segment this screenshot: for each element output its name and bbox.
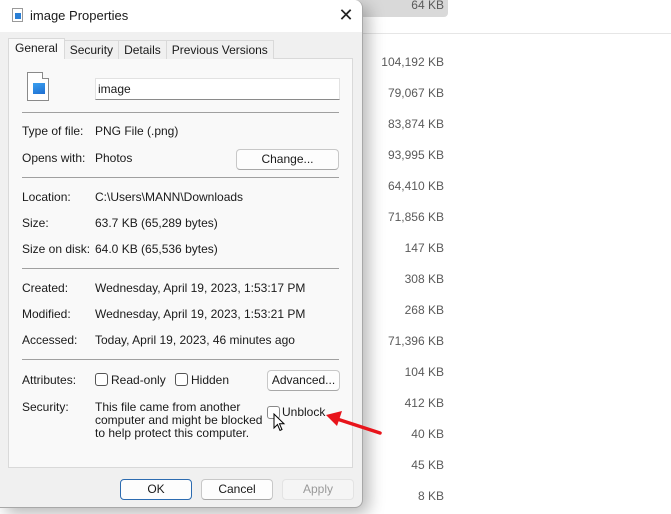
location-label: Location:: [22, 190, 71, 204]
type-of-file-label: Type of file:: [22, 124, 84, 138]
tab-previous-versions[interactable]: Previous Versions: [165, 40, 274, 59]
file-size: 93,995 KB: [387, 148, 444, 162]
size-value: 63.7 KB (65,289 bytes): [95, 216, 218, 230]
read-only-checkbox[interactable]: [95, 373, 108, 386]
size-on-disk-label: Size on disk:: [22, 242, 91, 256]
file-size: 71,856 KB: [387, 210, 444, 224]
properties-dialog: image Properties ✕ General Security Deta…: [0, 0, 363, 508]
title-bar[interactable]: image Properties ✕: [0, 0, 362, 32]
png-file-icon: [27, 72, 49, 101]
accessed-value: Today, April 19, 2023, 46 minutes ago: [95, 333, 295, 347]
file-size: 71,396 KB: [387, 334, 444, 348]
mouse-cursor-icon: [273, 413, 286, 432]
close-button[interactable]: ✕: [333, 4, 359, 28]
hidden-label[interactable]: Hidden: [191, 373, 229, 387]
image-file-icon: [12, 8, 23, 22]
dialog-title: image Properties: [30, 8, 129, 23]
cancel-button[interactable]: Cancel: [201, 479, 273, 500]
file-size: 79,067 KB: [387, 86, 444, 100]
ok-button[interactable]: OK: [120, 479, 192, 500]
separator: [22, 359, 339, 360]
accessed-label: Accessed:: [22, 333, 78, 347]
opens-with-value: Photos: [95, 151, 133, 165]
attributes-label: Attributes:: [22, 373, 77, 387]
close-icon: ✕: [338, 5, 354, 25]
file-size: 104,192 KB: [381, 55, 444, 69]
type-of-file-value: PNG File (.png): [95, 124, 179, 138]
tab-security[interactable]: Security: [63, 40, 120, 59]
created-value: Wednesday, April 19, 2023, 1:53:17 PM: [95, 281, 306, 295]
file-size: 147 KB: [404, 241, 444, 255]
apply-button: Apply: [282, 479, 354, 500]
tab-general[interactable]: General: [8, 38, 65, 59]
file-size: 45 KB: [411, 458, 444, 472]
modified-value: Wednesday, April 19, 2023, 1:53:21 PM: [95, 307, 306, 321]
file-size: 40 KB: [411, 427, 444, 441]
tab-bar: General Security Details Previous Versio…: [8, 38, 274, 59]
file-size: 268 KB: [404, 303, 444, 317]
file-size: 412 KB: [404, 396, 444, 410]
separator: [22, 177, 339, 178]
security-message: This file came from another computer and…: [95, 400, 263, 440]
file-size: 8 KB: [417, 489, 444, 503]
created-label: Created:: [22, 281, 69, 295]
selected-row-size: 64 KB: [411, 0, 444, 12]
red-annotation-arrow-icon: [326, 411, 382, 435]
change-button[interactable]: Change...: [236, 149, 339, 170]
read-only-label[interactable]: Read-only: [111, 373, 166, 387]
separator: [22, 268, 339, 269]
security-label: Security:: [22, 400, 69, 414]
file-size: 83,874 KB: [387, 117, 444, 131]
opens-with-label: Opens with:: [22, 151, 86, 165]
location-value: C:\Users\MANN\Downloads: [95, 190, 244, 204]
advanced-button[interactable]: Advanced...: [267, 370, 340, 391]
hidden-checkbox[interactable]: [175, 373, 188, 386]
size-on-disk-value: 64.0 KB (65,536 bytes): [95, 242, 218, 256]
file-size: 64,410 KB: [387, 179, 444, 193]
file-size: 308 KB: [404, 272, 444, 286]
file-size: 104 KB: [404, 365, 444, 379]
modified-label: Modified:: [22, 307, 71, 321]
list-divider: [362, 33, 671, 34]
separator: [22, 112, 339, 113]
file-name-input[interactable]: [95, 78, 340, 100]
tab-details[interactable]: Details: [118, 40, 167, 59]
size-label: Size:: [22, 216, 49, 230]
unblock-label[interactable]: Unblock: [282, 405, 325, 419]
